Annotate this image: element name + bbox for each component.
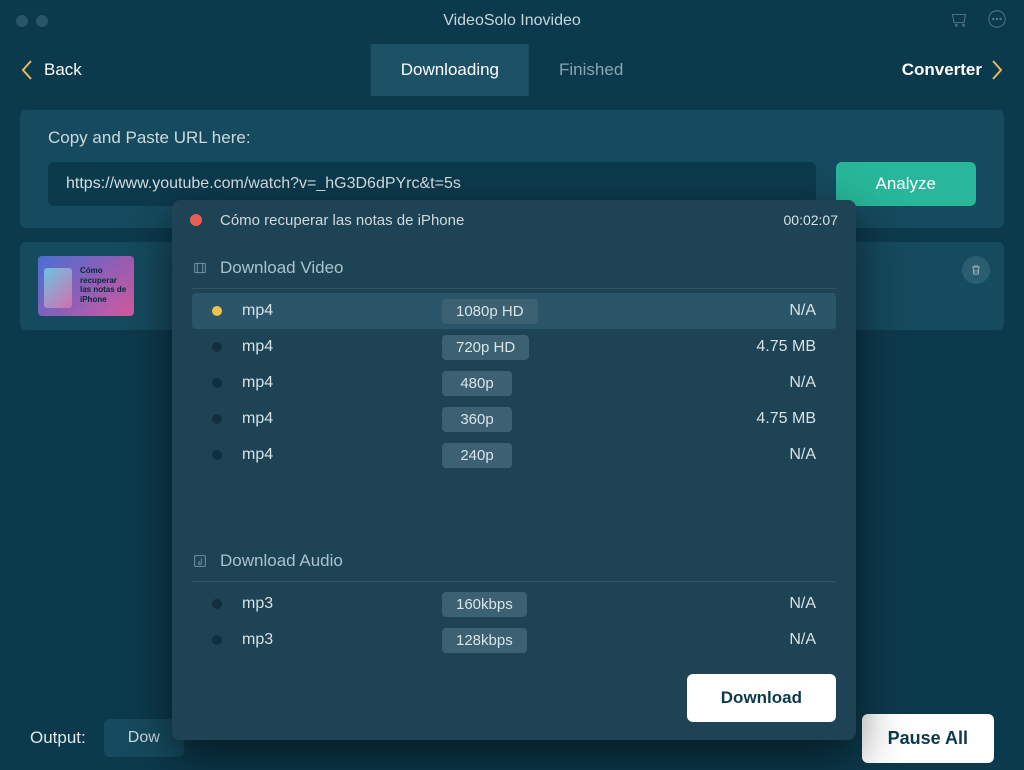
size-label: N/A bbox=[789, 595, 826, 613]
titlebar: VideoSolo Inovideo bbox=[0, 0, 1024, 42]
format-label: mp4 bbox=[242, 338, 442, 356]
video-section-header: Download Video bbox=[192, 250, 836, 289]
window-controls bbox=[16, 15, 48, 27]
radio-icon bbox=[212, 599, 222, 609]
modal-header: Cómo recuperar las notas de iPhone 00:02… bbox=[172, 200, 856, 240]
format-modal: Cómo recuperar las notas de iPhone 00:02… bbox=[172, 200, 856, 740]
radio-icon bbox=[212, 450, 222, 460]
format-label: mp4 bbox=[242, 446, 442, 464]
feedback-icon[interactable] bbox=[986, 8, 1008, 35]
converter-button[interactable]: Converter bbox=[902, 58, 1004, 82]
analyze-button[interactable]: Analyze bbox=[836, 162, 976, 206]
back-button[interactable]: Back bbox=[20, 58, 82, 82]
pause-all-button[interactable]: Pause All bbox=[862, 714, 994, 763]
delete-button[interactable] bbox=[962, 256, 990, 284]
tab-downloading[interactable]: Downloading bbox=[371, 44, 529, 96]
format-row-video[interactable]: mp4480p N/A bbox=[192, 365, 836, 401]
tab-bar: Downloading Finished bbox=[371, 44, 654, 96]
format-row-video[interactable]: mp41080p HD N/A bbox=[192, 293, 836, 329]
quality-badge: 1080p HD bbox=[442, 299, 538, 324]
window-minimize[interactable] bbox=[36, 15, 48, 27]
format-label: mp3 bbox=[242, 631, 442, 649]
quality-badge: 160kbps bbox=[442, 592, 527, 617]
download-button[interactable]: Download bbox=[687, 674, 836, 722]
radio-icon bbox=[212, 414, 222, 424]
window-close[interactable] bbox=[16, 15, 28, 27]
music-icon bbox=[192, 553, 208, 569]
app-title: VideoSolo Inovideo bbox=[443, 12, 581, 30]
modal-footer: Download bbox=[172, 660, 856, 740]
radio-icon bbox=[212, 635, 222, 645]
format-row-audio[interactable]: mp3160kbps N/A bbox=[192, 586, 836, 622]
format-row-video[interactable]: mp4360p 4.75 MB bbox=[192, 401, 836, 437]
format-label: mp3 bbox=[242, 595, 442, 613]
modal-body: Download Video mp41080p HDN/Amp4720p HD4… bbox=[172, 240, 856, 660]
navbar: Back Downloading Finished Converter bbox=[0, 42, 1024, 98]
format-label: mp4 bbox=[242, 410, 442, 428]
size-label: N/A bbox=[789, 446, 826, 464]
film-icon bbox=[192, 260, 208, 276]
size-label: N/A bbox=[789, 302, 826, 320]
modal-title: Cómo recuperar las notas de iPhone bbox=[220, 212, 464, 229]
format-row-video[interactable]: mp4240p N/A bbox=[192, 437, 836, 473]
size-label: 4.75 MB bbox=[756, 410, 826, 428]
converter-label: Converter bbox=[902, 60, 982, 80]
audio-section-label: Download Audio bbox=[220, 551, 343, 571]
url-label: Copy and Paste URL here: bbox=[48, 128, 976, 148]
back-label: Back bbox=[44, 60, 82, 80]
trash-icon bbox=[969, 263, 983, 277]
tab-finished[interactable]: Finished bbox=[529, 44, 653, 96]
size-label: 4.75 MB bbox=[756, 338, 826, 356]
quality-badge: 128kbps bbox=[442, 628, 527, 653]
radio-icon bbox=[212, 378, 222, 388]
quality-badge: 480p bbox=[442, 371, 512, 396]
modal-duration: 00:02:07 bbox=[784, 212, 839, 228]
video-section-label: Download Video bbox=[220, 258, 344, 278]
video-thumbnail: Cómo recuperar las notas de iPhone bbox=[38, 256, 134, 316]
quality-badge: 240p bbox=[442, 443, 512, 468]
thumbnail-caption: Cómo recuperar las notas de iPhone bbox=[80, 266, 130, 304]
quality-badge: 720p HD bbox=[442, 335, 529, 360]
radio-icon bbox=[212, 342, 222, 352]
output-label: Output: bbox=[30, 728, 86, 748]
size-label: N/A bbox=[789, 374, 826, 392]
format-row-video[interactable]: mp4720p HD 4.75 MB bbox=[192, 329, 836, 365]
format-row-audio[interactable]: mp3128kbps N/A bbox=[192, 622, 836, 658]
size-label: N/A bbox=[789, 631, 826, 649]
audio-section-header: Download Audio bbox=[192, 543, 836, 582]
radio-icon bbox=[212, 306, 222, 316]
cart-icon[interactable] bbox=[948, 8, 970, 35]
format-label: mp4 bbox=[242, 374, 442, 392]
modal-close-icon[interactable] bbox=[190, 214, 202, 226]
quality-badge: 360p bbox=[442, 407, 512, 432]
format-label: mp4 bbox=[242, 302, 442, 320]
